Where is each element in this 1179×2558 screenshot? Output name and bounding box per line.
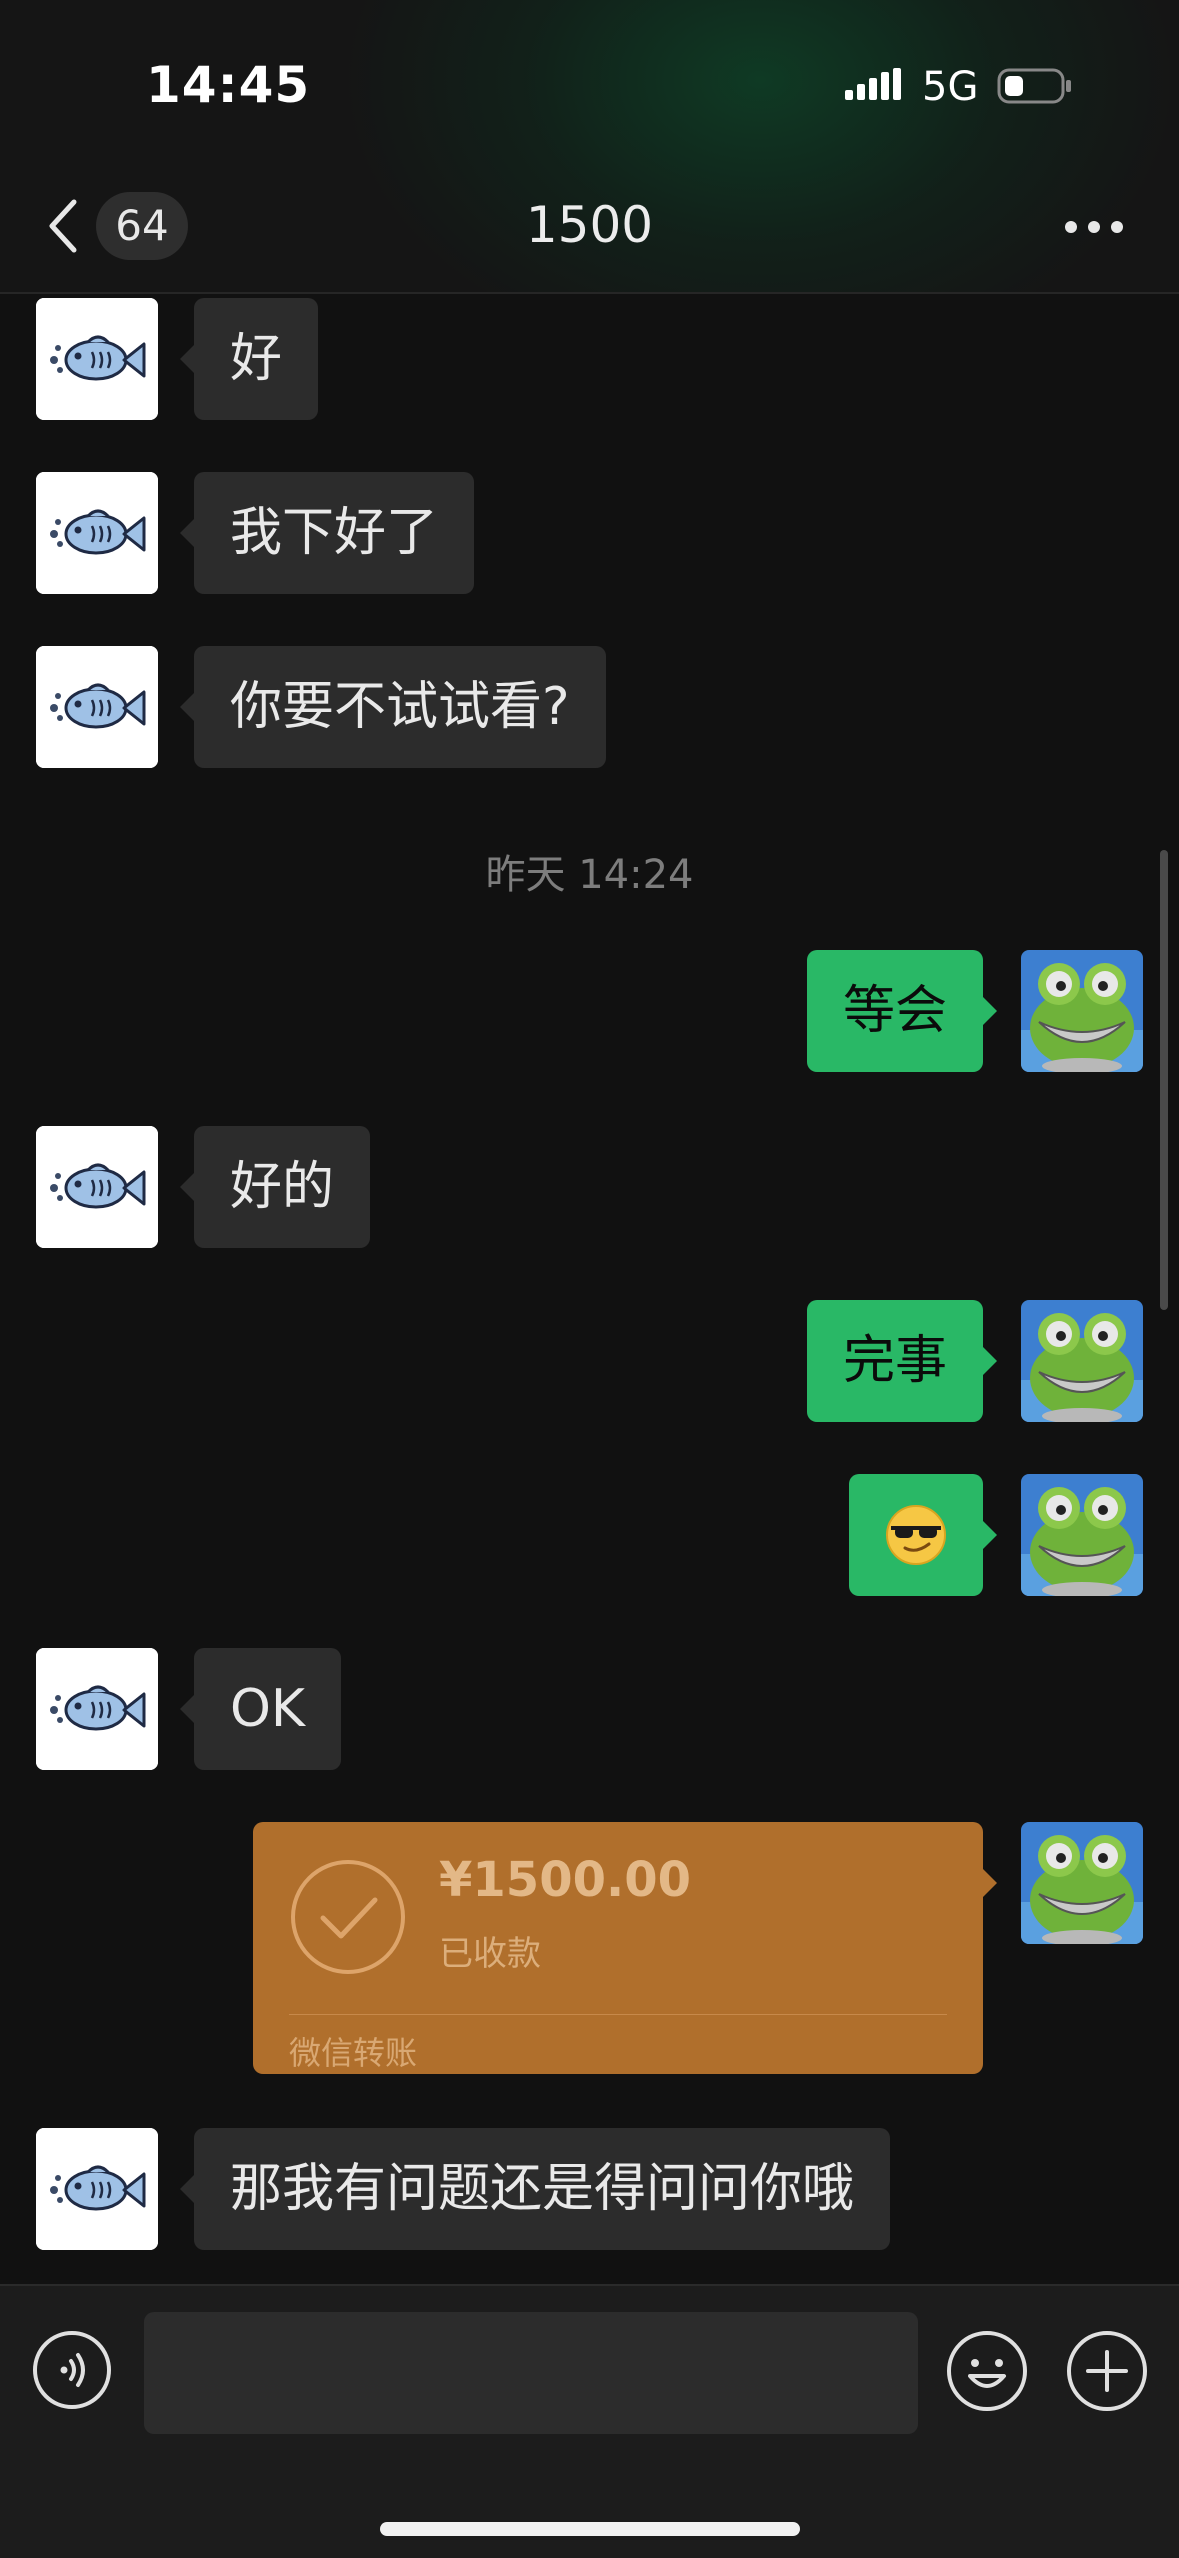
transfer-status: 已收款	[439, 1934, 541, 1974]
header-area: 14:45 5G 64 1500	[0, 0, 1179, 292]
fish-avatar[interactable]	[36, 1648, 158, 1770]
frog-avatar[interactable]	[1021, 1300, 1143, 1422]
frog-avatar[interactable]	[1021, 1822, 1143, 1944]
transfer-amount: ¥1500.00	[439, 1852, 692, 1908]
message-input[interactable]	[144, 2312, 918, 2434]
message-row: 好	[0, 298, 1179, 422]
transfer-card[interactable]: ¥1500.00 已收款 微信转账	[253, 1822, 997, 2074]
message-row: 完事	[0, 1300, 1179, 1424]
transfer-footer: 微信转账	[289, 2034, 418, 2072]
message-row: 那我有问题还是得问问你哦	[0, 2128, 1179, 2252]
voice-icon[interactable]	[32, 2330, 112, 2410]
home-indicator[interactable]	[380, 2522, 800, 2536]
check-circle-icon	[291, 1860, 405, 1974]
status-time: 14:45	[146, 56, 311, 114]
input-bar	[0, 2284, 1179, 2558]
message-row: OK	[0, 1648, 1179, 1772]
message-row: 我下好了	[0, 472, 1179, 596]
transfer-divider	[289, 2014, 947, 2015]
fish-avatar[interactable]	[36, 1126, 158, 1248]
message-bubble[interactable]: 那我有问题还是得问问你哦	[179, 2128, 891, 2250]
frog-avatar[interactable]	[1021, 1474, 1143, 1596]
frog-avatar[interactable]	[1021, 950, 1143, 1072]
message-row	[0, 1474, 1179, 1598]
battery-icon	[997, 68, 1071, 104]
chat-title: 1500	[525, 196, 654, 254]
fish-avatar[interactable]	[36, 472, 158, 594]
message-bubble[interactable]: 等会	[806, 950, 998, 1072]
message-bubble[interactable]: 好	[179, 298, 319, 420]
message-bubble[interactable]: OK	[179, 1648, 342, 1770]
message-bubble[interactable]: 完事	[806, 1300, 998, 1422]
message-timestamp: 昨天 14:24	[485, 852, 694, 898]
emoji-message-bubble[interactable]	[849, 1474, 997, 1596]
signal-icon	[845, 68, 901, 100]
message-row: 等会	[0, 950, 1179, 1074]
message-row: ¥1500.00 已收款 微信转账	[0, 1822, 1179, 2074]
message-bubble[interactable]: 好的	[179, 1126, 371, 1248]
fish-avatar[interactable]	[36, 2128, 158, 2250]
more-dots-icon[interactable]	[1064, 220, 1124, 234]
fish-avatar[interactable]	[36, 298, 158, 420]
chat-scrollbar[interactable]	[1160, 850, 1168, 1310]
plus-icon[interactable]	[1066, 2330, 1148, 2412]
emoji-icon[interactable]	[946, 2330, 1028, 2412]
sunglasses-emoji	[886, 1505, 946, 1565]
fish-avatar[interactable]	[36, 646, 158, 768]
message-bubble[interactable]: 你要不试试看?	[180, 646, 606, 768]
network-label: 5G	[922, 64, 979, 110]
message-row: 好的	[0, 1126, 1179, 1250]
chat-list[interactable]: 好 我下好了 你要不试试看? 昨天 14:24 等会 好的 完事 OK ¥150…	[0, 294, 1179, 2284]
message-bubble[interactable]: 我下好了	[179, 472, 475, 594]
message-row: 你要不试试看?	[0, 646, 1179, 770]
